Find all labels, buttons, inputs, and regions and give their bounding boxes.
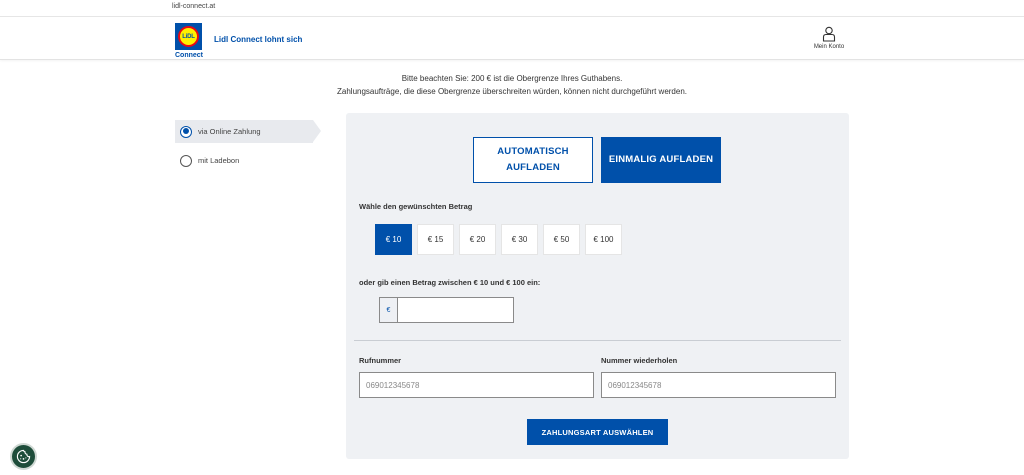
single-topup-button[interactable]: EINMALIG AUFLADEN — [601, 137, 721, 183]
amount-option[interactable]: € 50 — [543, 224, 580, 255]
url-text: lidl-connect.at — [172, 3, 216, 10]
amount-choice-label: Wähle den gewünschten Betrag — [359, 202, 473, 211]
amount-options: € 10 € 15 € 20 € 30 € 50 € 100 — [375, 224, 622, 255]
select-payment-button[interactable]: ZAHLUNGSART AUSWÄHLEN — [527, 419, 668, 445]
browser-bar: lidl-connect.at — [0, 0, 1024, 17]
amount-option[interactable]: € 20 — [459, 224, 496, 255]
phone-repeat-input[interactable] — [601, 372, 836, 398]
limit-notice: Bitte beachten Sie: 200 € ist die Obergr… — [0, 72, 1024, 98]
phone-repeat-label: Nummer wiederholen — [601, 356, 678, 365]
phone-number-input[interactable] — [359, 372, 594, 398]
sidebar-item-ladebon[interactable]: mit Ladebon — [175, 149, 313, 172]
payment-method-sidebar: via Online Zahlung mit Ladebon — [175, 120, 321, 178]
amount-option[interactable]: € 100 — [585, 224, 622, 255]
custom-amount-label: oder gib einen Betrag zwischen € 10 und … — [359, 278, 541, 287]
header-tagline: Lidl Connect lohnt sich — [214, 35, 303, 44]
logo-subtitle: Connect — [175, 52, 203, 59]
radio-ladebon[interactable] — [180, 154, 192, 167]
custom-amount-input[interactable] — [398, 298, 513, 322]
currency-symbol: € — [380, 298, 398, 322]
account-label: Mein Konto — [813, 44, 845, 50]
site-header: LiDL Connect Lidl Connect lohnt sich Mei… — [0, 17, 1024, 60]
account-link[interactable]: Mein Konto — [808, 26, 850, 50]
amount-option[interactable]: € 10 — [375, 224, 412, 255]
amount-option[interactable]: € 15 — [417, 224, 454, 255]
lidl-logo[interactable]: LiDL — [175, 23, 202, 50]
amount-option[interactable]: € 30 — [501, 224, 538, 255]
user-icon — [822, 26, 836, 42]
radio-online-payment[interactable] — [180, 125, 192, 138]
section-divider — [354, 340, 841, 341]
cookie-settings-button[interactable] — [10, 443, 37, 470]
topup-panel: AUTOMATISCH AUFLADEN EINMALIG AUFLADEN W… — [346, 113, 849, 459]
cookie-icon — [16, 449, 31, 464]
auto-topup-button[interactable]: AUTOMATISCH AUFLADEN — [473, 137, 593, 183]
notice-line-1: Bitte beachten Sie: 200 € ist die Obergr… — [401, 74, 623, 83]
sidebar-item-label: via Online Zahlung — [198, 127, 261, 136]
custom-amount-field: € — [379, 297, 514, 323]
sidebar-item-online-payment[interactable]: via Online Zahlung — [175, 120, 321, 143]
phone-number-label: Rufnummer — [359, 356, 402, 365]
notice-line-2: Zahlungsaufträge, die diese Obergrenze ü… — [337, 87, 687, 96]
sidebar-item-label: mit Ladebon — [198, 156, 240, 165]
